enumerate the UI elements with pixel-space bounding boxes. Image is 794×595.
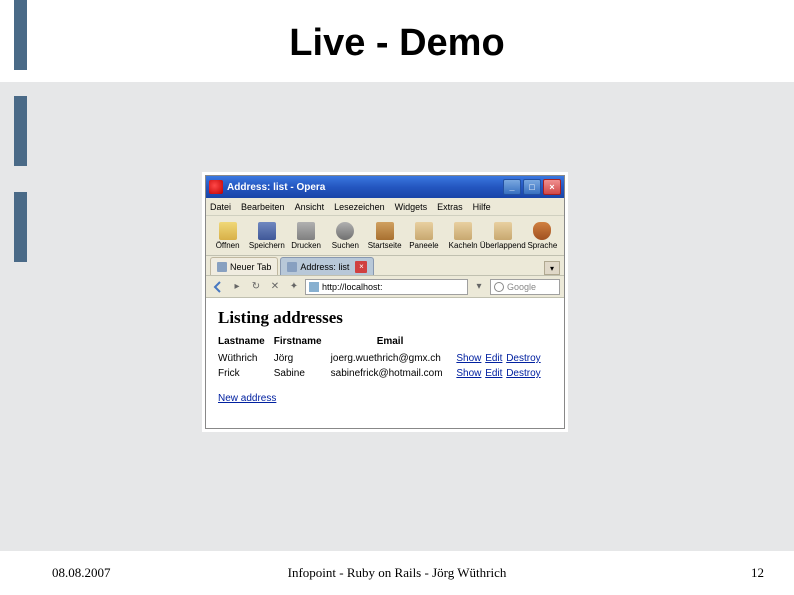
folder-icon	[219, 222, 237, 240]
menubar: Datei Bearbeiten Ansicht Lesezeichen Wid…	[206, 198, 564, 216]
address-table: Lastname Firstname Email Wüthrich Jörg j…	[218, 334, 552, 381]
back-button[interactable]	[210, 279, 226, 295]
wand-button[interactable]: ✦	[286, 279, 302, 295]
browser-window: Address: list - Opera _ □ × Datei Bearbe…	[205, 175, 565, 429]
content-heading: Listing addresses	[218, 308, 552, 328]
tile-button[interactable]: Kacheln	[444, 222, 483, 250]
cell-firstname: Sabine	[274, 366, 331, 381]
col-firstname: Firstname	[274, 334, 331, 351]
address-input[interactable]: http://localhost:	[305, 279, 468, 295]
stop-button[interactable]: ✕	[267, 279, 283, 295]
tile-icon	[454, 222, 472, 240]
table-row: Wüthrich Jörg joerg.wuethrich@gmx.ch Sho…	[218, 351, 552, 366]
menu-view[interactable]: Ansicht	[295, 202, 325, 212]
menu-file[interactable]: Datei	[210, 202, 231, 212]
search-icon	[336, 222, 354, 240]
tab-close-button[interactable]: ×	[355, 261, 367, 273]
panels-button[interactable]: Paneele	[404, 222, 443, 250]
page-icon	[217, 262, 227, 272]
tab-address-list[interactable]: Address: list ×	[280, 257, 374, 275]
search-button[interactable]: Suchen	[326, 222, 365, 250]
close-button[interactable]: ×	[543, 179, 561, 195]
slide-footer: 08.08.2007 Infopoint - Ruby on Rails - J…	[0, 563, 794, 583]
navbar: ▸ ↻ ✕ ✦ http://localhost: ▾ Google	[206, 276, 564, 298]
edit-link[interactable]: Edit	[485, 353, 502, 364]
cell-email: sabinefrick@hotmail.com	[331, 366, 456, 381]
footer-page: 12	[751, 565, 764, 581]
minimize-button[interactable]: _	[503, 179, 521, 195]
titlebar[interactable]: Address: list - Opera _ □ ×	[206, 176, 564, 198]
cell-firstname: Jörg	[274, 351, 331, 366]
menu-extras[interactable]: Extras	[437, 202, 463, 212]
overlap-icon	[494, 222, 512, 240]
menu-edit[interactable]: Bearbeiten	[241, 202, 285, 212]
destroy-link[interactable]: Destroy	[506, 368, 540, 379]
voice-button[interactable]: Sprache	[523, 222, 562, 250]
toolbar: Öffnen Speichern Drucken Suchen Startsei…	[206, 216, 564, 256]
cell-lastname: Frick	[218, 366, 274, 381]
save-icon	[258, 222, 276, 240]
print-icon	[297, 222, 315, 240]
menu-bookmarks[interactable]: Lesezeichen	[334, 202, 385, 212]
page-icon	[287, 262, 297, 272]
footer-date: 08.08.2007	[52, 565, 111, 581]
edit-link[interactable]: Edit	[485, 368, 502, 379]
cell-email: joerg.wuethrich@gmx.ch	[331, 351, 456, 366]
opera-icon	[209, 180, 223, 194]
tab-dropdown[interactable]: ▾	[544, 261, 560, 275]
maximize-button[interactable]: □	[523, 179, 541, 195]
save-button[interactable]: Speichern	[247, 222, 286, 250]
open-button[interactable]: Öffnen	[208, 222, 247, 250]
tab-new[interactable]: Neuer Tab	[210, 257, 278, 275]
menu-widgets[interactable]: Widgets	[395, 202, 428, 212]
show-link[interactable]: Show	[456, 353, 481, 364]
new-address-link[interactable]: New address	[218, 393, 276, 404]
google-icon	[494, 282, 504, 292]
window-title: Address: list - Opera	[227, 182, 503, 193]
destroy-link[interactable]: Destroy	[506, 353, 540, 364]
cell-lastname: Wüthrich	[218, 351, 274, 366]
forward-button[interactable]: ▸	[229, 279, 245, 295]
col-lastname: Lastname	[218, 334, 274, 351]
table-row: Frick Sabine sabinefrick@hotmail.com Sho…	[218, 366, 552, 381]
slide-title: Live - Demo	[0, 22, 794, 65]
col-email: Email	[331, 334, 456, 351]
overlap-button[interactable]: Überlappend	[483, 222, 523, 250]
search-input[interactable]: Google	[490, 279, 560, 295]
page-content: Listing addresses Lastname Firstname Ema…	[206, 298, 564, 428]
home-icon	[376, 222, 394, 240]
show-link[interactable]: Show	[456, 368, 481, 379]
reload-button[interactable]: ↻	[248, 279, 264, 295]
footer-center: Infopoint - Ruby on Rails - Jörg Wüthric…	[0, 565, 794, 581]
addr-dropdown[interactable]: ▾	[471, 279, 487, 295]
menu-help[interactable]: Hilfe	[473, 202, 491, 212]
print-button[interactable]: Drucken	[287, 222, 326, 250]
url-icon	[309, 282, 319, 292]
panel-icon	[415, 222, 433, 240]
voice-icon	[533, 222, 551, 240]
home-button[interactable]: Startseite	[365, 222, 404, 250]
tabbar: Neuer Tab Address: list × ▾	[206, 256, 564, 276]
